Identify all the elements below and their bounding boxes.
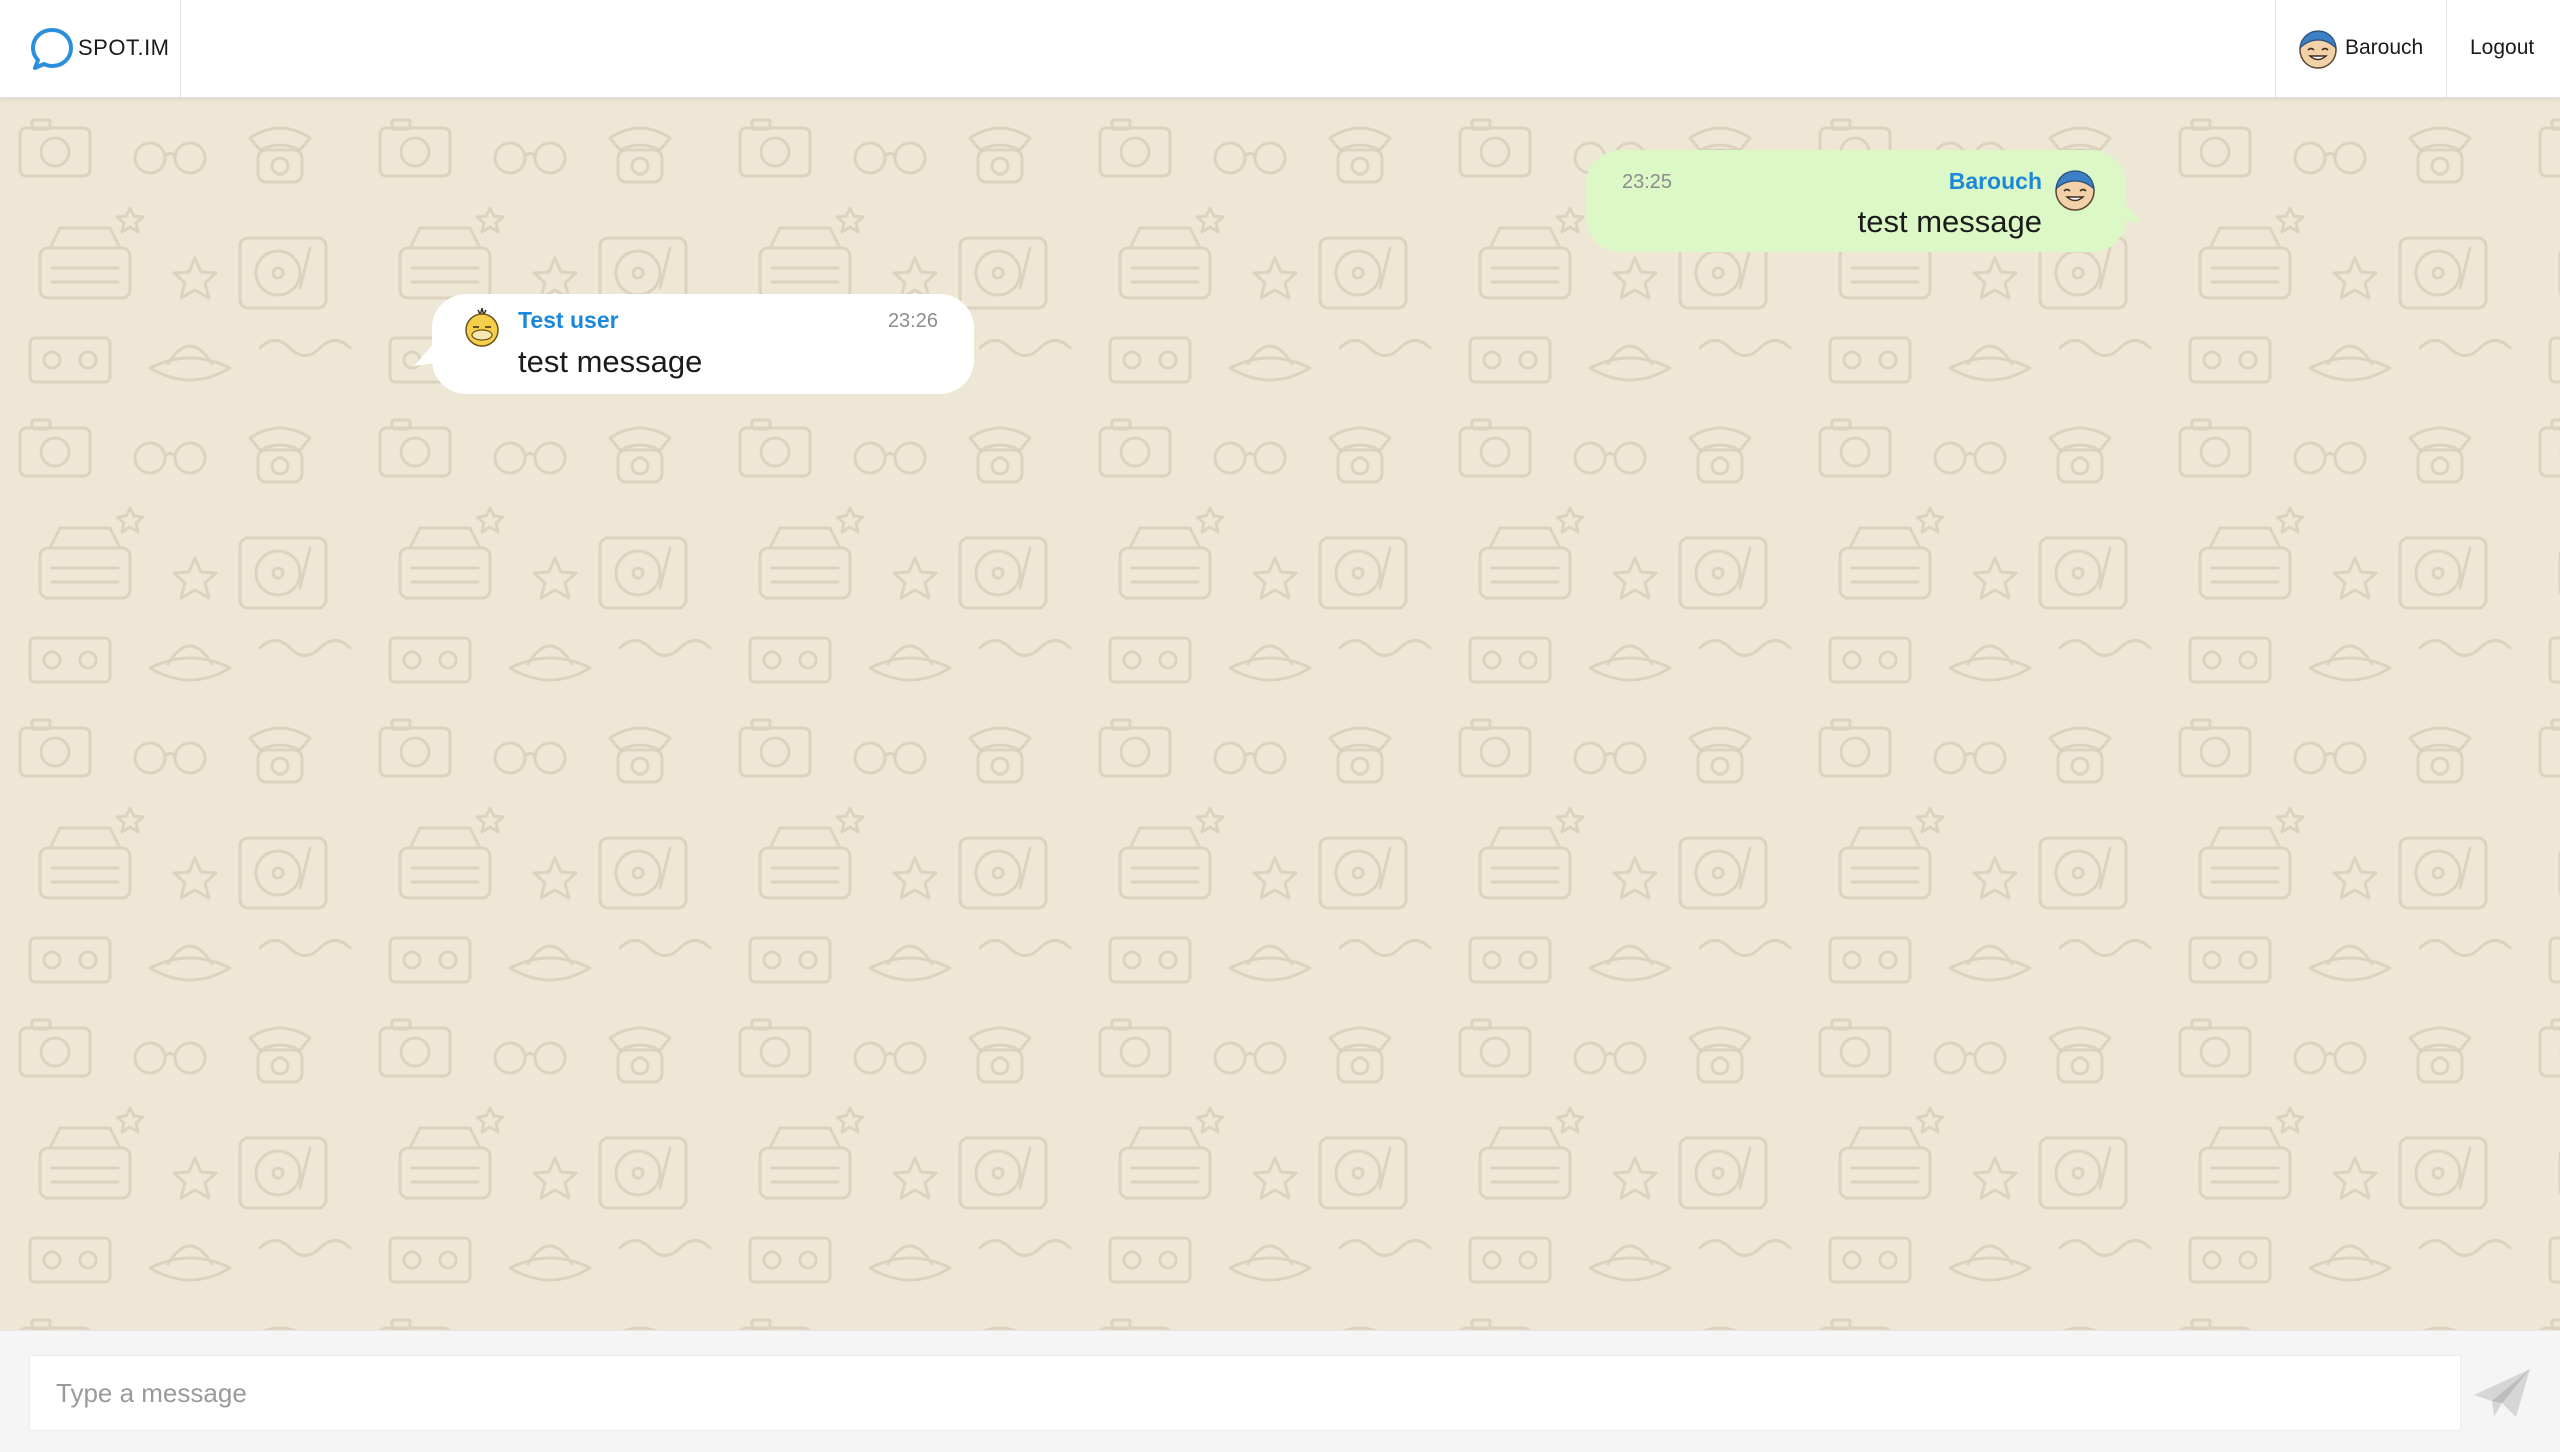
chat-message-area[interactable]: 23:25 Barouch test message Test user 23:…: [0, 98, 2560, 1330]
paper-plane-icon[interactable]: [2470, 1365, 2534, 1421]
logout-button[interactable]: Logout: [2446, 0, 2560, 97]
message-time: 23:25: [1622, 171, 1673, 193]
message-composer: [0, 1330, 2560, 1452]
message-author[interactable]: Test user: [518, 307, 619, 334]
doodle-background-pattern: [0, 98, 2560, 1330]
smiling-face-avatar-icon: [2055, 170, 2095, 211]
message-text: test message: [1857, 204, 2042, 239]
logout-label: Logout: [2470, 36, 2535, 59]
message-bubble: Test user 23:26 test message: [432, 294, 974, 394]
speech-bubble-logo-icon: [31, 28, 73, 70]
message-text: test message: [518, 344, 703, 379]
message-input[interactable]: [29, 1355, 2461, 1431]
smiling-face-avatar-icon: [2299, 30, 2337, 69]
message-author[interactable]: Barouch: [1949, 168, 2042, 195]
message-bubble: 23:25 Barouch test message: [1586, 150, 2126, 252]
brand-home-link[interactable]: SPOT.IM: [0, 0, 181, 97]
message-time: 23:26: [887, 310, 938, 332]
top-navigation-bar: SPOT.IM Barouch Logout: [0, 0, 2560, 98]
current-user-name: Barouch: [2345, 36, 2424, 59]
brand-name: SPOT.IM: [78, 35, 170, 60]
current-user-menu[interactable]: Barouch: [2275, 0, 2447, 97]
duck-face-avatar-icon: [465, 307, 499, 347]
